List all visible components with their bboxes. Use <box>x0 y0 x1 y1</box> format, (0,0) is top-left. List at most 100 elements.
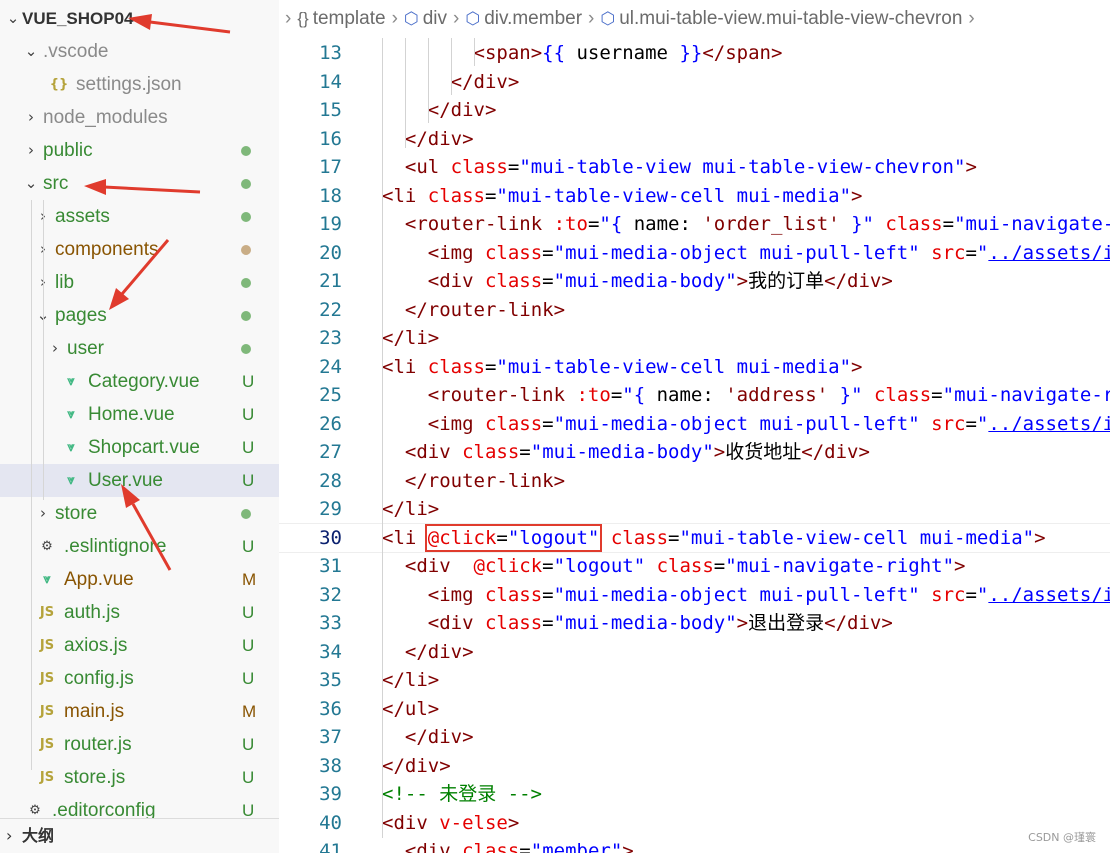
tree-file-auth-js[interactable]: JS auth.js U <box>0 596 279 629</box>
code-text: </ul> <box>382 697 440 720</box>
tree-folder-user[interactable]: › user <box>0 332 279 365</box>
code-text: <span>{{ username }}</span> <box>473 42 783 64</box>
code-line[interactable]: 37 </div> <box>279 723 1110 752</box>
code-line[interactable]: 19 <router-link :to="{ name: 'order_list… <box>279 210 1110 239</box>
tree-folder-node-modules[interactable]: › node_modules <box>0 101 279 134</box>
git-status-dot <box>241 311 251 321</box>
code-line[interactable]: 27 <div class="mui-media-body">收货地址</div… <box>279 438 1110 467</box>
tree-file-category-vue[interactable]: ⩔ Category.vue U <box>0 365 279 398</box>
tree-folder-lib[interactable]: ›lib <box>0 266 279 299</box>
outline-panel-header[interactable]: › 大纲 <box>0 818 279 853</box>
tree-file-app-vue[interactable]: ⩔ App.vue M <box>0 563 279 596</box>
code-line[interactable]: 31 <div @click="logout" class="mui-navig… <box>279 552 1110 581</box>
code-line[interactable]: 18 <li class="mui-table-view-cell mui-med… <box>279 182 1110 211</box>
code-text: </router-link> <box>404 469 566 492</box>
line-number: 18 <box>319 184 342 207</box>
tree-item-label: .vscode <box>43 41 109 62</box>
code-line[interactable]: 40 <div v-else> <box>279 809 1110 838</box>
tree-file-axios-js[interactable]: JS axios.js U <box>0 629 279 662</box>
code-line[interactable]: 16 </div> <box>279 125 1110 154</box>
code-text: </li> <box>382 498 440 520</box>
code-text: </li> <box>382 669 440 691</box>
tree-folder-public[interactable]: › public <box>0 134 279 167</box>
code-line[interactable]: 38 </div> <box>279 752 1110 781</box>
code-line[interactable]: 14 </div> <box>279 68 1110 97</box>
code-line[interactable]: 41 <div class="member"> <box>279 837 1110 853</box>
code-line[interactable]: 26 <img class="mui-media-object mui-pull… <box>279 410 1110 439</box>
tree-folder-store[interactable]: › store <box>0 497 279 530</box>
line-number: 27 <box>319 441 342 463</box>
code-line[interactable]: 15 </div> <box>279 96 1110 125</box>
js-file-icon: JS <box>39 704 55 719</box>
breadcrumb-item[interactable]: {} template <box>297 8 385 29</box>
tree-item-label: config.js <box>64 668 134 689</box>
git-status-badge: M <box>242 570 257 589</box>
tree-file-eslintignore[interactable]: ⚙ .eslintignore U <box>0 530 279 563</box>
code-text: <div class="mui-media-body">收货地址</div> <box>404 441 870 463</box>
code-line[interactable]: 28 </router-link> <box>279 467 1110 496</box>
code-line[interactable]: 24 <li class="mui-table-view-cell mui-med… <box>279 353 1110 382</box>
indent-guide <box>43 200 44 500</box>
code-text: <li class="mui-table-view-cell mui-media… <box>382 355 863 378</box>
tree-item-label: Home.vue <box>88 404 175 425</box>
line-number: 28 <box>319 469 342 492</box>
tree-file-main-js[interactable]: JS main.js M <box>0 695 279 728</box>
indent-guide <box>382 38 383 838</box>
code-line[interactable]: 34 </div> <box>279 638 1110 667</box>
tree-item-label: auth.js <box>64 602 120 623</box>
breadcrumb-label: template <box>312 8 386 29</box>
tree-file-shopcart-vue[interactable]: ⩔ Shopcart.vue U <box>0 431 279 464</box>
tree-file-home-vue[interactable]: ⩔ Home.vue U <box>0 398 279 431</box>
git-status-badge: U <box>242 405 255 424</box>
breadcrumb-separator: › <box>588 8 595 29</box>
js-file-icon: JS <box>39 638 55 653</box>
indent-guide <box>428 38 429 123</box>
code-line[interactable]: 30 <li @click="logout" class="mui-table-v… <box>279 522 1110 553</box>
tree-folder-components[interactable]: ›components <box>0 233 279 266</box>
code-text: <router-link :to="{ name: 'order_list' }… <box>404 213 1110 235</box>
code-line[interactable]: 22 </router-link> <box>279 296 1110 325</box>
code-line[interactable]: 23 </li> <box>279 324 1110 353</box>
tree-folder-pages[interactable]: ⌄pages <box>0 299 279 332</box>
tree-file-store-js[interactable]: JS store.js U <box>0 761 279 794</box>
code-line[interactable]: 25 <router-link :to="{ name: 'address' }… <box>279 381 1110 410</box>
code-line[interactable]: 17 <ul class="mui-table-view mui-table-v… <box>279 153 1110 182</box>
tree-file-user-vue[interactable]: ⩔ User.vue U <box>0 464 279 497</box>
explorer-sidebar: ⌄ VUE_SHOP04 ⌄ .vscode {} settings.json › nod… <box>0 0 279 853</box>
tree-file-settings-json[interactable]: {} settings.json <box>0 68 279 101</box>
tree-file-router-js[interactable]: JS router.js U <box>0 728 279 761</box>
chevron-down-icon: ⌄ <box>24 174 38 192</box>
element-icon: ⬡ <box>600 9 616 28</box>
code-line[interactable]: 13 <span>{{ username }}</span> <box>279 39 1110 68</box>
tree-folder-src[interactable]: ⌄ src <box>0 167 279 200</box>
code-line[interactable]: 29 </li> <box>279 495 1110 524</box>
git-status-dot <box>241 509 251 519</box>
indent-guide <box>31 200 32 770</box>
breadcrumb-label: div.member <box>484 8 583 29</box>
vue-file-icon: ⩔ <box>67 440 75 455</box>
code-line[interactable]: 32 <img class="mui-media-object mui-pull… <box>279 581 1110 610</box>
code-text: </li> <box>382 327 440 349</box>
tree-folder-assets[interactable]: ›assets <box>0 200 279 233</box>
line-number: 24 <box>319 355 342 378</box>
code-line[interactable]: 21 <div class="mui-media-body">我的订单</div… <box>279 267 1110 296</box>
breadcrumb: ›{} template › ⬡ div › ⬡ div.member › ⬡ ul.mui-tab… <box>279 0 1110 38</box>
code-editor[interactable]: 13 <span>{{ username }}</span> 14 </div> 1… <box>279 38 1110 853</box>
git-status-badge: U <box>242 537 255 556</box>
code-text: </div> <box>404 726 474 748</box>
explorer-root-folder[interactable]: ⌄ VUE_SHOP04 <box>0 2 279 35</box>
gear-icon: ⚙ <box>41 539 53 554</box>
line-number: 32 <box>319 583 342 606</box>
tree-folder-vscode[interactable]: ⌄ .vscode <box>0 35 279 68</box>
breadcrumb-item[interactable]: ⬡ ul.mui-table-view.mui-table-view-chevro… <box>600 8 962 29</box>
code-line[interactable]: 35 </li> <box>279 666 1110 695</box>
tree-file-config-js[interactable]: JS config.js U <box>0 662 279 695</box>
code-line[interactable]: 33 <div class="mui-media-body">退出登录</div… <box>279 609 1110 638</box>
js-file-icon: JS <box>39 605 55 620</box>
code-text: <div class="member"> <box>404 840 634 853</box>
code-line[interactable]: 36 </ul> <box>279 695 1110 724</box>
breadcrumb-item[interactable]: ⬡ div <box>404 8 447 29</box>
code-line[interactable]: 20 <img class="mui-media-object mui-pull… <box>279 239 1110 268</box>
breadcrumb-item[interactable]: ⬡ div.member <box>465 8 582 29</box>
code-line[interactable]: 39 <!-- 未登录 --> <box>279 780 1110 809</box>
